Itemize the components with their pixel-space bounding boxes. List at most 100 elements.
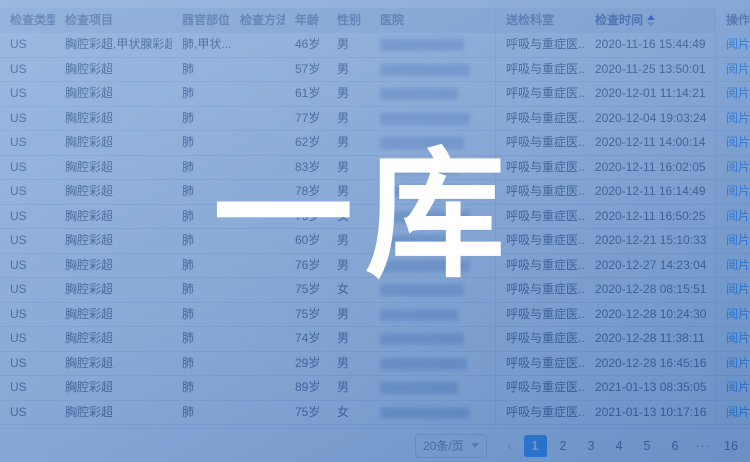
cell-organ: 肺	[172, 352, 230, 376]
cell-hospital	[370, 107, 495, 131]
page-button-1[interactable]: 1	[524, 435, 547, 457]
cell-dept: 呼吸与重症医...	[495, 303, 585, 327]
cell-gender: 男	[327, 376, 370, 400]
view-film-link[interactable]: 阅片	[726, 282, 750, 296]
view-film-link[interactable]: 阅片	[726, 331, 750, 345]
cell-organ: 肺	[172, 376, 230, 400]
view-film-link[interactable]: 阅片	[726, 37, 750, 51]
view-film-link[interactable]: 阅片	[726, 258, 750, 272]
page-button-2[interactable]: 2	[552, 435, 575, 457]
page-button-16[interactable]: 16	[720, 435, 743, 457]
view-film-link[interactable]: 阅片	[726, 111, 750, 125]
cell-age: 89岁	[285, 376, 327, 400]
column-header-label: 检查类型	[10, 13, 55, 27]
cell-method	[230, 303, 285, 327]
view-film-link[interactable]: 阅片	[726, 356, 750, 370]
cell-gender: 男	[327, 82, 370, 106]
cell-hospital	[370, 33, 495, 57]
cell-time: 2020-11-16 15:44:49	[585, 33, 715, 57]
cell-hospital	[370, 303, 495, 327]
hospital-redacted-block	[380, 39, 464, 51]
cell-op: 阅片	[715, 58, 750, 82]
column-header-label: 检查时间	[595, 13, 643, 27]
page-button-6[interactable]: 6	[664, 435, 687, 457]
cell-gender: 男	[327, 327, 370, 351]
table-row: US胸腔彩超肺74岁男呼吸与重症医...2020-12-28 11:38:11阅…	[0, 327, 750, 352]
view-film-link[interactable]: 阅片	[726, 184, 750, 198]
cell-age: 75岁	[285, 303, 327, 327]
table-row: US胸腔彩超,甲状腺彩超肺,甲状...46岁男呼吸与重症医...2020-11-…	[0, 33, 750, 58]
cell-project: 胸腔彩超	[55, 205, 172, 229]
cell-type: US	[0, 82, 55, 106]
cell-op: 阅片	[715, 401, 750, 425]
view-film-link[interactable]: 阅片	[726, 209, 750, 223]
column-header-time[interactable]: 检查时间	[585, 8, 715, 33]
cell-method	[230, 352, 285, 376]
cell-op: 阅片	[715, 229, 750, 253]
view-film-link[interactable]: 阅片	[726, 86, 750, 100]
cell-time: 2021-01-13 10:17:16	[585, 401, 715, 425]
pager-ellipsis[interactable]: ···	[692, 435, 715, 457]
cell-time: 2020-12-21 15:10:33	[585, 229, 715, 253]
view-film-link[interactable]: 阅片	[726, 135, 750, 149]
hospital-redacted-block	[380, 333, 464, 345]
cell-method	[230, 58, 285, 82]
column-header-label: 操作	[726, 13, 750, 27]
cell-type: US	[0, 303, 55, 327]
cell-project: 胸腔彩超	[55, 352, 172, 376]
cell-type: US	[0, 156, 55, 180]
table-row: US胸腔彩超肺89岁男呼吸与重症医...2021-01-13 08:35:05阅…	[0, 376, 750, 401]
page-size-label: 20条/页	[423, 437, 464, 454]
page-button-4[interactable]: 4	[608, 435, 631, 457]
hospital-redacted-block	[380, 358, 467, 370]
view-film-link[interactable]: 阅片	[726, 307, 750, 321]
cell-project: 胸腔彩超	[55, 156, 172, 180]
column-header-label: 医院	[380, 13, 404, 27]
page-size-select[interactable]: 20条/页	[415, 434, 487, 458]
cell-dept: 呼吸与重症医...	[495, 401, 585, 425]
cell-type: US	[0, 205, 55, 229]
cell-time: 2020-12-27 14:23:04	[585, 254, 715, 278]
cell-time: 2021-01-13 08:35:05	[585, 376, 715, 400]
hospital-redacted-block	[380, 309, 458, 321]
cell-age: 61岁	[285, 82, 327, 106]
view-film-link[interactable]: 阅片	[726, 160, 750, 174]
table-row: US胸腔彩超肺57岁男呼吸与重症医...2020-11-25 13:50:01阅…	[0, 58, 750, 83]
cell-type: US	[0, 180, 55, 204]
cell-op: 阅片	[715, 180, 750, 204]
cell-type: US	[0, 401, 55, 425]
view-film-link[interactable]: 阅片	[726, 405, 750, 419]
view-film-link[interactable]: 阅片	[726, 233, 750, 247]
page-button-5[interactable]: 5	[636, 435, 659, 457]
cell-time: 2020-12-11 16:02:05	[585, 156, 715, 180]
view-film-link[interactable]: 阅片	[726, 380, 750, 394]
cell-time: 2020-12-28 16:45:16	[585, 352, 715, 376]
cell-dept: 呼吸与重症医...	[495, 352, 585, 376]
column-header-label: 送检科室	[506, 13, 554, 27]
table-row: US胸腔彩超肺29岁男呼吸与重症医...2020-12-28 16:45:16阅…	[0, 352, 750, 377]
cell-organ: 肺	[172, 401, 230, 425]
cell-method	[230, 327, 285, 351]
cell-op: 阅片	[715, 376, 750, 400]
cell-project: 胸腔彩超	[55, 131, 172, 155]
pager: 123456···16	[521, 435, 745, 457]
cell-gender: 男	[327, 352, 370, 376]
cell-type: US	[0, 33, 55, 57]
column-header-age: 年龄	[285, 8, 327, 33]
column-header-label: 年龄	[295, 13, 319, 27]
hospital-redacted-block	[380, 407, 470, 419]
cell-age: 75岁	[285, 401, 327, 425]
cell-time: 2020-12-28 10:24:30	[585, 303, 715, 327]
cell-type: US	[0, 229, 55, 253]
cell-op: 阅片	[715, 205, 750, 229]
column-header-op: 操作	[715, 8, 750, 33]
table-header-row: 检查类型检查项目器官部位检查方法年龄性别医院送检科室检查时间操作	[0, 8, 750, 33]
cell-op: 阅片	[715, 278, 750, 302]
column-header-organ: 器官部位	[172, 8, 230, 33]
cell-time: 2020-12-04 19:03:24	[585, 107, 715, 131]
cell-op: 阅片	[715, 33, 750, 57]
view-film-link[interactable]: 阅片	[726, 62, 750, 76]
page-button-3[interactable]: 3	[580, 435, 603, 457]
prev-page-button[interactable]: ‹	[503, 435, 516, 457]
table-row: US胸腔彩超肺61岁男呼吸与重症医...2020-12-01 11:14:21阅…	[0, 82, 750, 107]
